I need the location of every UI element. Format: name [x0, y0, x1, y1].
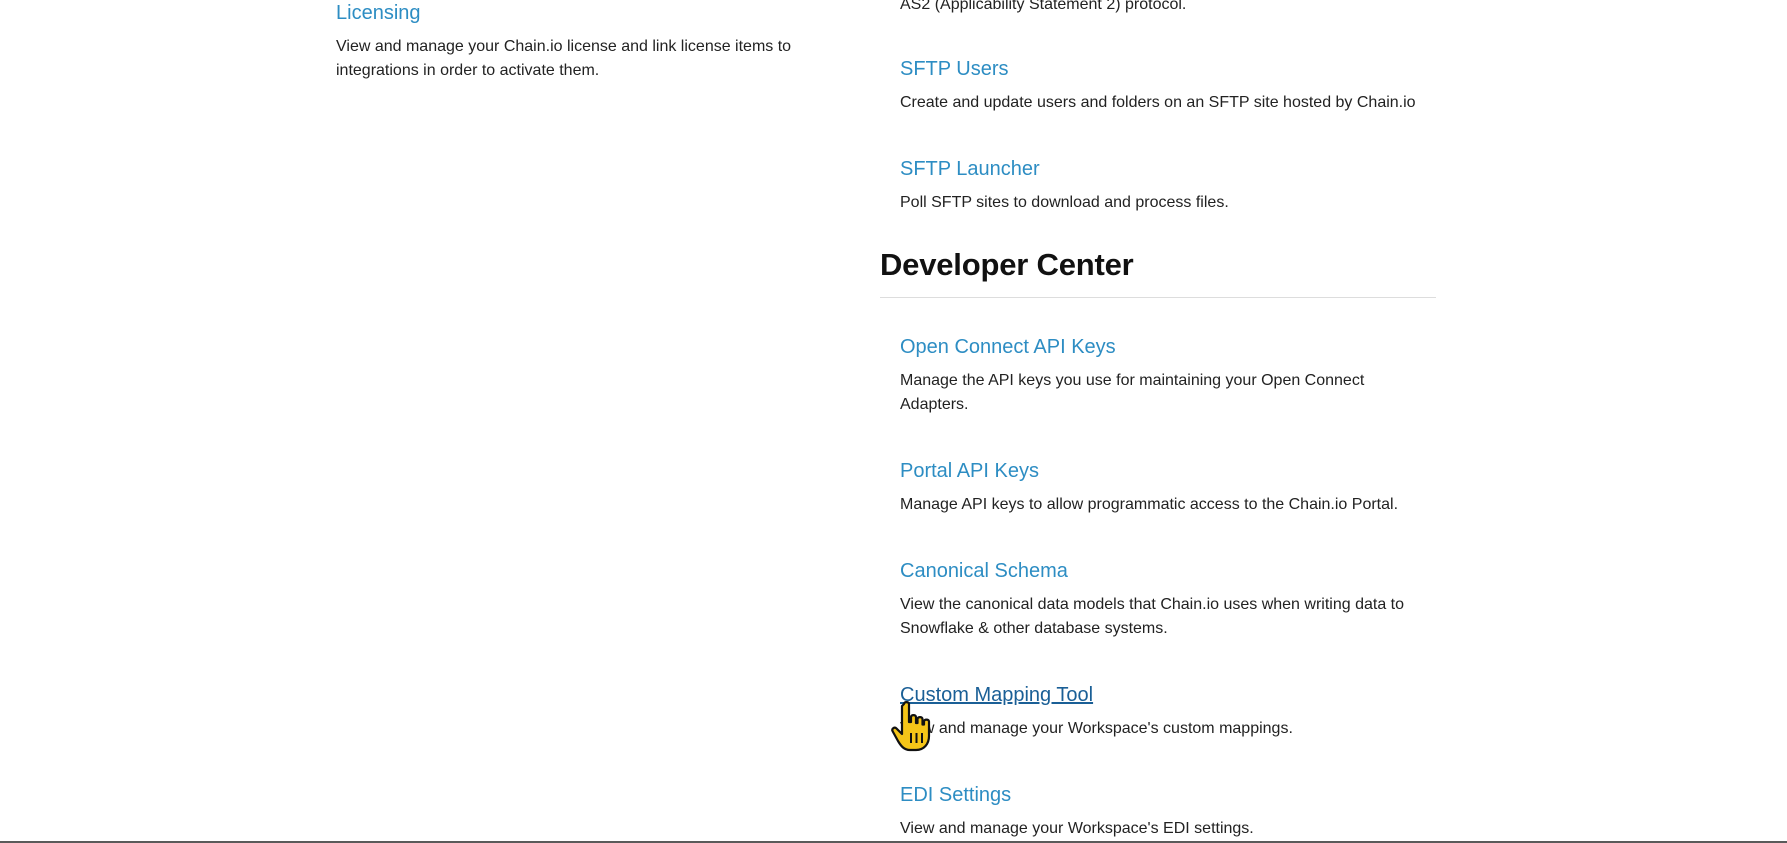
edi-settings-description: View and manage your Workspace's EDI set… — [900, 820, 1254, 837]
sftp-launcher-link[interactable]: SFTP Launcher — [900, 156, 1420, 182]
edi-settings-card: EDI Settings View and manage your Worksp… — [900, 782, 1420, 841]
custom-mapping-tool-card: Custom Mapping Tool View and manage your… — [900, 682, 1420, 741]
sftp-launcher-card: SFTP Launcher Poll SFTP sites to downloa… — [900, 156, 1420, 215]
as2-description-clipped: AS2 (Applicability Statement 2) protocol… — [900, 0, 1187, 13]
open-connect-api-keys-card: Open Connect API Keys Manage the API key… — [900, 334, 1420, 417]
open-connect-api-keys-description: Manage the API keys you use for maintain… — [900, 372, 1365, 413]
portal-api-keys-description: Manage API keys to allow programmatic ac… — [900, 496, 1399, 513]
portal-api-keys-card: Portal API Keys Manage API keys to allow… — [900, 458, 1420, 517]
custom-mapping-tool-link[interactable]: Custom Mapping Tool — [900, 682, 1420, 708]
sftp-users-description: Create and update users and folders on a… — [900, 94, 1416, 111]
section-divider — [880, 297, 1436, 298]
canonical-schema-card: Canonical Schema View the canonical data… — [900, 558, 1420, 641]
canonical-schema-link[interactable]: Canonical Schema — [900, 558, 1420, 584]
page: Licensing View and manage your Chain.io … — [0, 0, 1787, 843]
sftp-launcher-description: Poll SFTP sites to download and process … — [900, 194, 1229, 211]
canonical-schema-description: View the canonical data models that Chai… — [900, 596, 1405, 637]
licensing-link[interactable]: Licensing — [336, 0, 856, 26]
sftp-users-card: SFTP Users Create and update users and f… — [900, 56, 1420, 115]
edi-settings-link[interactable]: EDI Settings — [900, 782, 1420, 808]
licensing-card: Licensing View and manage your Chain.io … — [336, 0, 856, 83]
developer-center-heading: Developer Center — [880, 247, 1134, 282]
licensing-description: View and manage your Chain.io license an… — [336, 38, 792, 79]
open-connect-api-keys-link[interactable]: Open Connect API Keys — [900, 334, 1420, 360]
sftp-users-link[interactable]: SFTP Users — [900, 56, 1420, 82]
portal-api-keys-link[interactable]: Portal API Keys — [900, 458, 1420, 484]
custom-mapping-tool-description: View and manage your Workspace's custom … — [900, 720, 1293, 737]
